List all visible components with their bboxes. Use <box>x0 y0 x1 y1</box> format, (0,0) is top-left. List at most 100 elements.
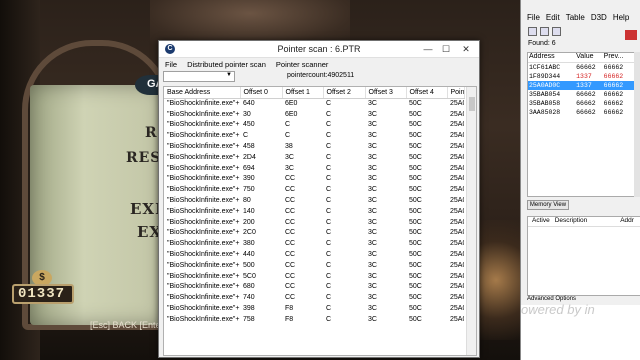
table-cell: "BioShockInfinite.exe"+... <box>167 272 240 280</box>
table-row[interactable]: "BioShockInfinite.exe"+... 440 CC C 3C 50C 25A… <box>164 249 464 260</box>
table-cell: 3C <box>368 229 377 237</box>
column-header[interactable]: Offset 2 <box>323 87 366 99</box>
ce-menu-file[interactable]: File <box>527 13 540 22</box>
column-header[interactable]: Offset 3 <box>365 87 407 99</box>
table-cell: 398 <box>243 305 255 313</box>
ce-menu-d3d[interactable]: D3D <box>591 13 607 22</box>
column-header[interactable]: Description <box>554 217 588 226</box>
ce-menu-help[interactable]: Help <box>613 13 629 22</box>
column-header[interactable]: Offset 4 <box>406 87 448 99</box>
open-file-icon[interactable] <box>540 27 549 36</box>
table-row[interactable]: "BioShockInfinite.exe"+... 750 CC C 3C 50C 25A… <box>164 184 464 195</box>
table-cell: 3C <box>368 132 377 140</box>
open-process-icon[interactable] <box>528 27 537 36</box>
table-cell: 25A0... <box>450 283 464 291</box>
table-cell: C <box>326 207 332 215</box>
table-row[interactable]: "BioShockInfinite.exe"+... 640 6E0 C 3C 50C 25… <box>164 98 464 109</box>
table-row[interactable]: "BioShockInfinite.exe"+... 380 CC C 3C 50C 25A… <box>164 238 464 249</box>
table-cell: 694 <box>243 164 255 172</box>
table-cell: 500 <box>243 261 255 269</box>
vertical-scrollbar[interactable] <box>466 87 476 355</box>
close-button[interactable]: ✕ <box>459 43 473 55</box>
list-item[interactable]: 1F89D344 1337 66662 <box>528 72 640 81</box>
table-cell: 3C <box>368 143 377 151</box>
address-list-scrollbar[interactable] <box>634 52 640 197</box>
column-header[interactable]: Active <box>531 217 550 226</box>
table-cell: 50C <box>409 251 422 259</box>
table-cell: 3C <box>368 294 377 302</box>
table-cell: 50C <box>409 272 422 280</box>
list-item[interactable]: 1CF61ABC 66662 66662 <box>528 63 640 72</box>
maximize-button[interactable]: ☐ <box>439 43 453 55</box>
ce-menu-table[interactable]: Table <box>566 13 585 22</box>
table-cell: C <box>326 283 332 291</box>
table-row[interactable]: "BioShockInfinite.exe"+...80CCC3C50C25A0… <box>164 195 464 206</box>
table-row[interactable]: "BioShockInfinite.exe"+... 200 CC C 3C 50C 25A… <box>164 217 464 228</box>
table-row[interactable]: "BioShockInfinite.exe"+... 2D4 3C C 3C 50C 25A… <box>164 152 464 163</box>
column-header[interactable]: Offset 0 <box>240 87 283 99</box>
table-cell: 25A0... <box>450 272 464 280</box>
table-cell: 50C <box>409 175 422 183</box>
found-address-list[interactable]: Address Value Prev... 1CF61ABC 66662 66662… <box>527 52 640 197</box>
table-row[interactable]: "BioShockInfinite.exe"+... 30 6E0 C 3C 50C 25A… <box>164 109 464 120</box>
list-item[interactable]: 25A0AD0C 1337 66662 <box>528 81 640 90</box>
table-cell: C <box>326 315 332 323</box>
list-item[interactable]: 35BAB058 66662 66662 <box>528 99 640 108</box>
table-cell: C <box>326 143 332 151</box>
table-cell: 3C <box>368 240 377 248</box>
table-cell: "BioShockInfinite.exe"+... <box>167 100 240 108</box>
table-row[interactable]: "BioShockInfinite.exe"+... 2C0 CC C 3C 50C 25A… <box>164 228 464 239</box>
address-cell: 25A0AD0C <box>529 82 561 89</box>
table-row[interactable]: "BioShockInfinite.exe"+...450 C C 3C 50C 25A0… <box>164 120 464 131</box>
ce-menu-edit[interactable]: Edit <box>546 13 560 22</box>
column-header[interactable]: Offset 1 <box>282 87 324 99</box>
table-cell: 50C <box>409 283 422 291</box>
currency-counter: 01337 <box>12 284 74 304</box>
table-row[interactable]: "BioShockInfinite.exe"+... 5C0 CC C 3C 50C 25A… <box>164 271 464 282</box>
table-row[interactable]: "BioShockInfinite.exe"+... 390 CC C 3C 50C 25A… <box>164 174 464 185</box>
minimize-button[interactable]: — <box>421 43 435 55</box>
table-cell: "BioShockInfinite.exe"+... <box>167 153 240 161</box>
table-row[interactable]: "BioShockInfinite.exe"+...CCC3C50C25A0..… <box>164 130 464 141</box>
menu-distributed-pointer-scan[interactable]: Distributed pointer scan <box>187 60 266 69</box>
table-cell: "BioShockInfinite.exe"+... <box>167 261 240 269</box>
table-row[interactable]: "BioShockInfinite.exe"+... 740 CC C 3C 50C 25A… <box>164 292 464 303</box>
pointer-results-table[interactable]: Base Address Offset 0 Offset 1 Offset 2 … <box>163 86 477 356</box>
column-header[interactable]: Value <box>575 53 603 62</box>
table-row[interactable]: "BioShockInfinite.exe"+... 140 CC C 3C 50C 25A… <box>164 206 464 217</box>
list-item[interactable]: 3AA85028 66662 66662 <box>528 108 640 117</box>
menu-pointer-scanner[interactable]: Pointer scanner <box>276 60 329 69</box>
table-row[interactable]: "BioShockInfinite.exe"+... 500 CC C 3C 50C 25A… <box>164 260 464 271</box>
menu-file[interactable]: File <box>165 60 177 69</box>
table-row[interactable]: "BioShockInfinite.exe"+... 458 38 C 3C 50C 25A… <box>164 141 464 152</box>
table-cell: C <box>326 186 332 194</box>
column-header[interactable]: Address <box>528 53 575 62</box>
column-header[interactable]: Point <box>447 87 465 99</box>
table-cell: "BioShockInfinite.exe"+... <box>167 132 240 140</box>
window-titlebar[interactable]: C Pointer scan : 6.PTR — ☐ ✕ <box>159 41 479 58</box>
cheat-table[interactable]: Active Description Addr <box>527 216 640 296</box>
table-cell: 25A0... <box>450 305 464 313</box>
filter-dropdown[interactable]: ▼ <box>163 71 235 82</box>
address-cell: 1CF61ABC <box>529 64 561 71</box>
table-cell: C <box>326 240 332 248</box>
address-cell: 66662 <box>576 91 596 98</box>
table-row[interactable]: "BioShockInfinite.exe"+... 680 CC C 3C 50C 25A… <box>164 282 464 293</box>
table-row[interactable]: "BioShockInfinite.exe"+... 398 F8 C 3C 50C 25A… <box>164 303 464 314</box>
table-row[interactable]: "BioShockInfinite.exe"+... 758 F8 C 3C 50C 25A… <box>164 314 464 325</box>
table-cell: 50C <box>409 207 422 215</box>
column-header[interactable]: Addr <box>619 217 634 226</box>
table-row[interactable]: "BioShockInfinite.exe"+... 694 3C C 3C 50C 25A… <box>164 163 464 174</box>
list-item[interactable]: 35BAB054 66662 66662 <box>528 90 640 99</box>
ce-menu-bar: File Edit Table D3D Help <box>521 10 640 24</box>
table-cell: 50C <box>409 132 422 140</box>
table-cell: 3C <box>368 175 377 183</box>
table-cell: "BioShockInfinite.exe"+... <box>167 283 240 291</box>
table-cell: C <box>285 121 291 129</box>
scrollbar-thumb[interactable] <box>469 97 475 111</box>
column-header[interactable]: Base Address <box>164 87 241 99</box>
table-cell: C <box>326 305 332 313</box>
save-icon[interactable] <box>552 27 561 36</box>
table-cell: 3C <box>368 121 377 129</box>
memory-view-button[interactable]: Memory View <box>527 200 569 210</box>
